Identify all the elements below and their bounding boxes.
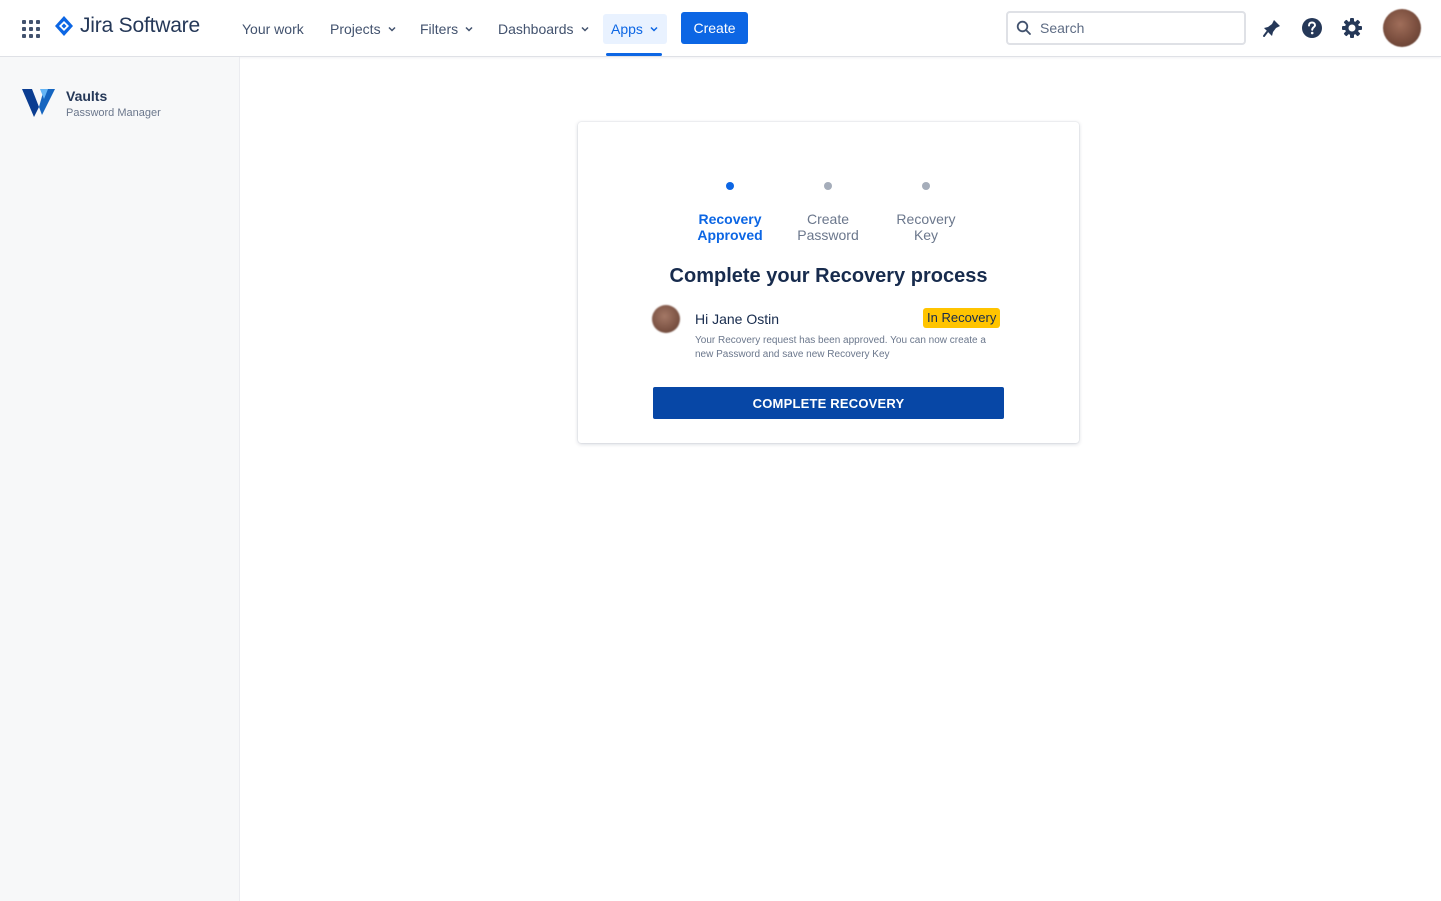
step-label: Create Password [797,211,859,243]
step-indicator-dot [824,182,832,190]
chevron-down-icon [650,26,658,32]
nav-your-work-label: Your work [242,21,304,37]
help-icon [1302,18,1322,38]
nav-projects-label: Projects [330,21,381,37]
help-button[interactable] [1300,16,1324,40]
user-avatar [652,305,680,333]
app-switcher-icon[interactable] [20,18,42,40]
sidebar: Vaults Password Manager [0,57,240,901]
step-indicator-dot [726,182,734,190]
create-button[interactable]: Create [681,12,748,44]
search-input[interactable] [1038,19,1228,37]
nav-apps[interactable]: Apps [603,14,667,44]
user-greeting: Hi Jane Ostin [695,311,780,327]
nav-filters[interactable]: Filters [416,14,478,44]
step-recovery-approved: Recovery Approved [680,182,780,243]
recovery-card: Recovery Approved Create Password Recove… [578,122,1079,443]
active-tab-indicator [606,53,662,56]
search-icon [1016,20,1031,35]
chevron-down-icon [388,26,396,32]
step-indicator-dot [922,182,930,190]
brand-name: Jira Software [80,14,200,37]
recovery-title: Complete your Recovery process [669,265,988,287]
step-label: Recovery Approved [697,211,763,243]
search-box[interactable] [1006,11,1246,45]
sidebar-subtitle: Password Manager [66,107,161,119]
status-badge: In Recovery [923,308,1001,328]
profile-avatar[interactable] [1383,9,1421,47]
nav-dashboards[interactable]: Dashboards [494,14,594,44]
recovery-message: Your Recovery request has been approved.… [695,335,986,360]
jira-home-link[interactable]: Jira Software [54,14,200,38]
step-recovery-key: Recovery Key [876,182,976,243]
notifications-button[interactable] [1260,16,1284,40]
chevron-down-icon [580,26,589,32]
nav-filters-label: Filters [420,21,459,37]
nav-projects[interactable]: Projects [326,14,401,44]
nav-dashboards-label: Dashboards [498,21,574,37]
jira-logo-icon [55,16,73,36]
nav-apps-label: Apps [611,21,643,37]
sidebar-app-header[interactable]: Vaults Password Manager [20,85,161,121]
settings-button[interactable] [1340,16,1364,40]
step-create-password: Create Password [778,182,878,243]
chevron-down-icon [465,26,473,32]
notifications-icon [1263,20,1280,37]
vaults-logo-icon [22,89,55,117]
nav-your-work[interactable]: Your work [238,14,308,44]
sidebar-title: Vaults [66,88,108,104]
step-label: Recovery Key [896,211,956,243]
top-navigation: Jira Software Your work Projects Filters… [0,0,1441,57]
complete-recovery-button[interactable]: COMPLETE RECOVERY [653,387,1004,419]
settings-icon [1342,18,1362,38]
